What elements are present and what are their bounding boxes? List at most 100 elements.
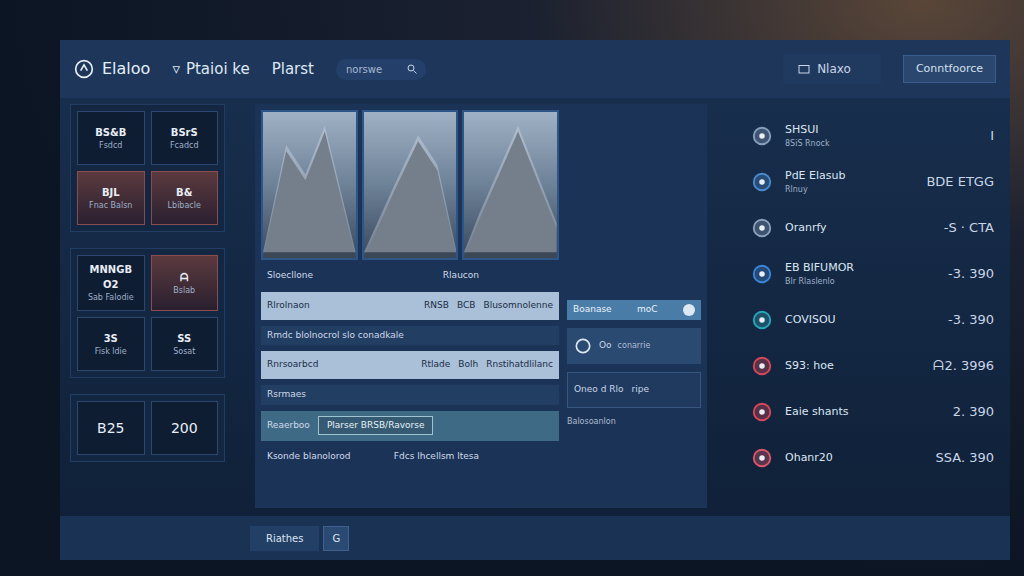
list-item[interactable]: Eaie shants2. 390	[751, 392, 994, 432]
list-item[interactable]: SHSUI8SiS RnockI	[751, 116, 994, 156]
mountain-icon	[364, 112, 457, 258]
item-sub: Blr Rlaslenlo	[785, 276, 882, 288]
tile-group: BS&BFsdcdBSrSFcadcdBJLFnac BalsnB&Lbibac…	[70, 104, 225, 232]
card-text: ripe	[632, 383, 649, 397]
folder-icon	[797, 63, 811, 75]
form-cell: Ksonde blanolorod	[267, 450, 351, 464]
item-text: Oranrfy	[785, 220, 882, 237]
item-name: SHSUI	[785, 122, 882, 139]
photo-strip	[261, 110, 559, 260]
list-item[interactable]: S93: hoe ᗩ2. 3996	[751, 346, 994, 386]
sidebar-tile[interactable]: SSSosat	[151, 317, 219, 371]
mountain-photo[interactable]	[261, 110, 358, 260]
search-input[interactable]	[344, 61, 402, 78]
status-icon	[751, 217, 773, 239]
form-row: SloeclloneRlaucon	[261, 266, 559, 286]
top-bar: Elaloo ▿ Ptaioi ke Plarst Nlaxo Conntfoorce	[60, 40, 1010, 98]
item-value: ᗩ2. 3996	[894, 356, 994, 376]
sidebar-tile[interactable]: BJLFnac Balsn	[77, 171, 145, 225]
item-name: S93: hoe	[785, 358, 882, 375]
item-name: Eaie shants	[785, 404, 882, 421]
sidebar-tile[interactable]: MNNGB O2Sab Falodie	[77, 255, 145, 311]
ring-icon	[573, 336, 593, 356]
toggle[interactable]: BoanasemoC	[567, 300, 701, 320]
logo[interactable]: Elaloo	[74, 57, 150, 81]
tile-subtitle: Sosat	[156, 346, 214, 358]
bottom-bar: RiathesG	[60, 516, 1010, 560]
sidebar-tile[interactable]: BSrSFcadcd	[151, 111, 219, 165]
item-name: Oranrfy	[785, 220, 882, 237]
form-cell: Fdcs lhcellsm ltesa	[394, 450, 479, 464]
item-value: -3. 390	[894, 264, 994, 284]
list-item[interactable]: Ohanr20 SSA. 390	[751, 438, 994, 478]
bottom-button[interactable]: G	[323, 526, 349, 551]
item-text: PdE ElasubRlnuy	[785, 168, 882, 197]
item-text: Eaie shants	[785, 404, 882, 421]
mountain-icon	[464, 112, 557, 258]
menu-label: Ptaioi ke	[186, 58, 250, 81]
info-card[interactable]: Ooconarrie	[567, 328, 701, 364]
total-tile: B25	[77, 401, 145, 455]
mountain-photo[interactable]	[462, 110, 559, 260]
toggle-knob	[683, 304, 695, 316]
side-column: BoanasemoC Ooconarrie Oneo d Rloripe Baloso…	[567, 110, 701, 502]
status-icon	[751, 447, 773, 469]
list-item[interactable]: PdE ElasubRlnuy BDE ETGG	[751, 162, 994, 202]
status-icon	[751, 355, 773, 377]
item-text: SHSUI8SiS Rnock	[785, 122, 882, 151]
search-box	[336, 59, 426, 80]
list-item[interactable]: EB BIFUMORBlr Rlaslenlo-3. 390	[751, 254, 994, 294]
nav-link[interactable]: Plarst	[272, 58, 314, 81]
user-menu[interactable]: Nlaxo	[783, 54, 881, 84]
info-card[interactable]: Oneo d Rloripe	[567, 372, 701, 408]
item-value: BDE ETGG	[894, 172, 994, 192]
status-icon	[751, 401, 773, 423]
sidebar-tile[interactable]: 3SFisk ldie	[77, 317, 145, 371]
bottom-label: Riathes	[250, 526, 319, 551]
action-button[interactable]: Conntfoorce	[903, 55, 996, 84]
tile-title: BS&B	[82, 125, 140, 140]
form-cell: Reaerboo	[267, 419, 310, 433]
form-row[interactable]: RlrolnaonRNSBBCBBlusomnolenne	[261, 292, 559, 320]
form-cell: RNSB	[424, 299, 449, 313]
toggle-label: Boanase	[573, 303, 612, 317]
logo-text: Elaloo	[102, 57, 150, 81]
tile-subtitle: Fsdcd	[82, 140, 140, 152]
sidebar-tile[interactable]: BS&BFsdcd	[77, 111, 145, 165]
sidebar: BS&BFsdcdBSrSFcadcdBJLFnac BalsnB&Lbibac…	[70, 104, 225, 508]
item-value: -S · CTA	[894, 218, 994, 238]
form-cell: Rlrolnaon	[267, 299, 416, 313]
form-row[interactable]: RnrsoarbcdRtladeBolhRnstihatdlilanc	[261, 351, 559, 379]
form-row[interactable]: Reaerboo Plarser BRSB/Ravorse	[261, 411, 559, 441]
sidebar-tile[interactable]: ᗩBslab	[151, 255, 219, 311]
form-row: Rmdc blolnocrol slo conadkale	[261, 326, 559, 346]
item-name: Ohanr20	[785, 450, 882, 467]
form-cell: BCB	[457, 299, 475, 313]
tile-title: SS	[156, 331, 214, 346]
item-name: COVISOU	[785, 312, 882, 329]
tile-subtitle: Fnac Balsn	[82, 200, 140, 212]
status-icon	[751, 263, 773, 285]
tile-subtitle: Fcadcd	[156, 140, 214, 152]
form-cell: Plarser BRSB/Ravorse	[318, 416, 434, 436]
mountain-photo[interactable]	[362, 110, 459, 260]
item-value: -3. 390	[894, 310, 994, 330]
form-cell: Rsrmaes	[267, 388, 306, 402]
list-item[interactable]: COVISOU -3. 390	[751, 300, 994, 340]
search-icon	[406, 63, 418, 75]
menu-arrow-icon: ▿	[172, 58, 180, 81]
sidebar-tile[interactable]: B&Lbibacle	[151, 171, 219, 225]
tile-title: ᗩ	[156, 270, 214, 285]
side-footer: Balosoanlon	[567, 416, 701, 428]
status-icon	[751, 171, 773, 193]
item-value: SSA. 390	[894, 448, 994, 468]
form-row: Rsrmaes	[261, 385, 559, 405]
content-panel: SloeclloneRlauconRlrolnaonRNSBBCBBlusomn…	[255, 104, 707, 508]
list-item[interactable]: Oranrfy -S · CTA	[751, 208, 994, 248]
status-icon	[751, 125, 773, 147]
form-cell: Bolh	[458, 358, 478, 372]
item-sub: 8SiS Rnock	[785, 138, 882, 150]
menu[interactable]: ▿ Ptaioi ke	[172, 58, 249, 81]
tile-title: MNNGB O2	[82, 262, 140, 292]
item-text: S93: hoe	[785, 358, 882, 375]
